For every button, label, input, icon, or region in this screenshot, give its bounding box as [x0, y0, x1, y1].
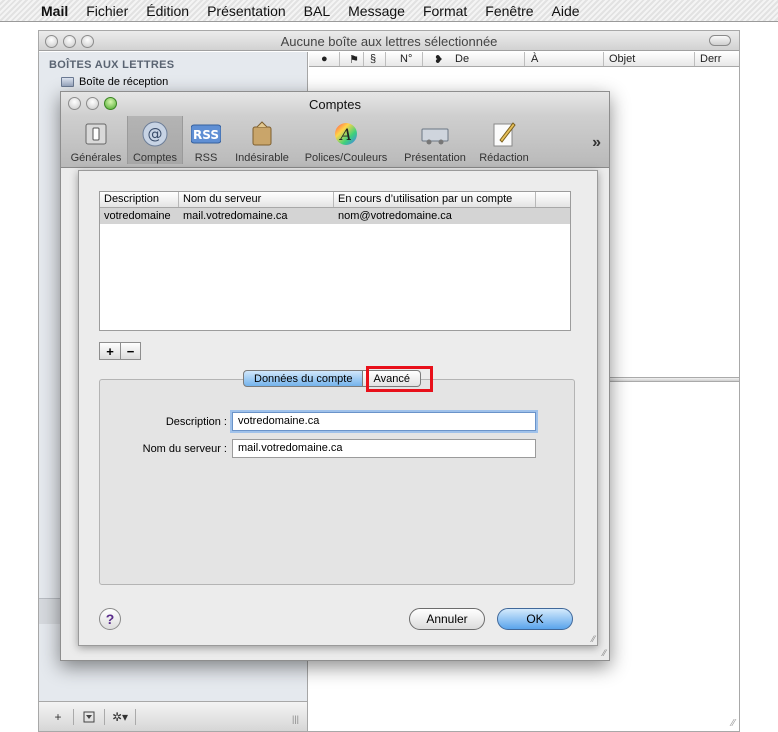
cell-in-use-by: nom@votredomaine.ca: [338, 210, 452, 222]
window-resize-icon[interactable]: ⁄⁄: [732, 718, 735, 729]
fonts-colors-icon: A: [331, 120, 361, 148]
column-in-use-by[interactable]: En cours d’utilisation par un compte: [338, 193, 512, 205]
add-mailbox-button[interactable]: +: [47, 708, 69, 726]
tab-label: Polices/Couleurs: [304, 152, 388, 164]
column-flag[interactable]: ⚑: [349, 53, 359, 66]
accounts-table: Description Nom du serveur En cours d’ut…: [99, 191, 571, 331]
tab-label: Indésirable: [235, 152, 289, 164]
column-reply[interactable]: ❥: [434, 53, 443, 66]
message-list-header: ● ⚑ § N° ❥ De À Objet Derr: [309, 52, 739, 67]
svg-text:RSS: RSS: [193, 128, 219, 142]
rss-icon: RSS: [191, 120, 221, 148]
column-server-name[interactable]: Nom du serveur: [183, 193, 261, 205]
menu-format[interactable]: Format: [414, 3, 476, 19]
column-from[interactable]: De: [455, 53, 469, 65]
svg-text:A: A: [338, 125, 352, 144]
tab-label: Générales: [70, 152, 122, 164]
compose-icon: [489, 120, 519, 148]
tab-account-data[interactable]: Données du compte: [243, 370, 364, 387]
accounts-sheet: Description Nom du serveur En cours d’ut…: [78, 170, 598, 646]
prefs-resize-icon[interactable]: ⁄⁄: [603, 648, 606, 658]
tab-generales[interactable]: Générales: [67, 120, 125, 164]
table-row[interactable]: votredomaine mail.votredomaine.ca nom@vo…: [100, 208, 570, 224]
column-unread[interactable]: ●: [321, 53, 328, 65]
presentation-icon: [420, 120, 450, 148]
sidebar-item-inbox[interactable]: Boîte de réception: [61, 76, 168, 88]
divider: [104, 708, 105, 725]
cell-description: votredomaine: [104, 210, 171, 222]
inbox-icon: [61, 77, 74, 87]
column-description[interactable]: Description: [104, 193, 159, 205]
tab-label: RSS: [194, 152, 218, 164]
server-name-label: Nom du serveur :: [142, 443, 227, 455]
switch-icon: [81, 120, 111, 148]
divider: [73, 708, 74, 725]
description-label: Description :: [165, 416, 227, 428]
table-header: Description Nom du serveur En cours d’ut…: [100, 192, 570, 208]
tab-polices-couleurs[interactable]: A Polices/Couleurs: [299, 120, 393, 164]
tab-label: Comptes: [132, 152, 178, 164]
sidebar-heading: BOÎTES AUX LETTRES: [49, 59, 175, 71]
tab-label: Présentation: [404, 152, 466, 164]
svg-text:@: @: [148, 125, 163, 143]
add-account-button[interactable]: +: [100, 343, 120, 359]
description-field[interactable]: votredomaine.ca: [232, 412, 536, 431]
prefs-window-title: Comptes: [308, 97, 362, 112]
tab-label: Rédaction: [479, 152, 529, 164]
show-hide-icon[interactable]: [78, 708, 100, 726]
column-to[interactable]: À: [531, 53, 538, 65]
accounts-preferences-window: Comptes Générales @ Comptes RSS RSS Indé…: [60, 91, 610, 661]
menu-message[interactable]: Message: [339, 3, 414, 19]
prefs-titlebar: Comptes: [61, 92, 609, 116]
remove-account-button[interactable]: −: [120, 343, 140, 359]
column-number[interactable]: N°: [400, 53, 412, 65]
cancel-button[interactable]: Annuler: [409, 608, 485, 630]
toolbar-overflow-icon[interactable]: »: [592, 134, 601, 152]
menu-edition[interactable]: Édition: [137, 3, 198, 19]
add-remove-control: + −: [99, 342, 141, 360]
tab-comptes[interactable]: @ Comptes: [127, 116, 183, 164]
menu-aide[interactable]: Aide: [543, 3, 589, 19]
menu-fichier[interactable]: Fichier: [77, 3, 137, 19]
menu-bal[interactable]: BAL: [295, 3, 339, 19]
divider: [135, 708, 136, 725]
sheet-resize-icon[interactable]: ⁄⁄: [592, 634, 595, 644]
toolbar-toggle-icon[interactable]: [709, 35, 731, 46]
menu-fenetre[interactable]: Fenêtre: [476, 3, 542, 19]
junk-icon: [247, 120, 277, 148]
column-subject[interactable]: Objet: [609, 53, 635, 65]
sidebar-bottom-bar: + ✲▾ |||: [39, 701, 307, 731]
cell-server-name: mail.votredomaine.ca: [183, 210, 288, 222]
splitter-grip-icon[interactable]: |||: [292, 714, 299, 724]
advanced-tab-highlight: [366, 366, 433, 392]
menu-mail[interactable]: Mail: [32, 3, 77, 19]
gear-icon[interactable]: ✲▾: [109, 708, 131, 726]
column-date[interactable]: Derr: [700, 53, 721, 65]
tab-presentation[interactable]: Présentation: [399, 120, 471, 164]
at-sign-icon: @: [140, 120, 170, 148]
server-name-field[interactable]: mail.votredomaine.ca: [232, 439, 536, 458]
menu-bar: Mail Fichier Édition Présentation BAL Me…: [0, 0, 778, 22]
column-attachment[interactable]: §: [370, 53, 376, 65]
sidebar-item-label: Boîte de réception: [79, 76, 169, 88]
account-tab-panel: [99, 379, 575, 585]
tab-indesirable[interactable]: Indésirable: [231, 120, 293, 164]
tab-rss[interactable]: RSS RSS: [187, 120, 225, 164]
mail-window-title: Aucune boîte aux lettres sélectionnée: [280, 34, 498, 49]
prefs-toolbar: Générales @ Comptes RSS RSS Indésirable …: [61, 116, 609, 168]
mail-titlebar: Aucune boîte aux lettres sélectionnée: [39, 31, 739, 51]
tab-redaction[interactable]: Rédaction: [475, 120, 533, 164]
ok-button[interactable]: OK: [497, 608, 573, 630]
help-button[interactable]: ?: [99, 608, 121, 630]
menu-presentation[interactable]: Présentation: [198, 3, 295, 19]
